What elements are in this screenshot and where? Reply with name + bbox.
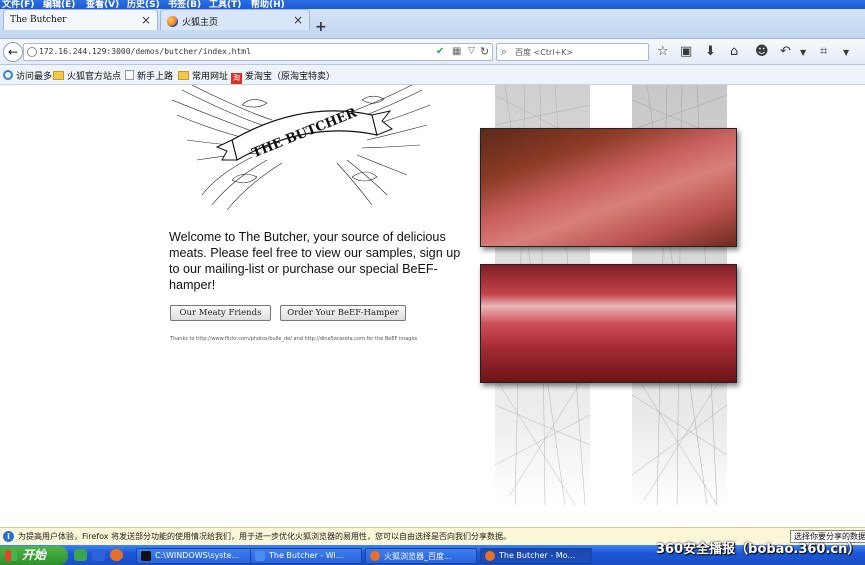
meaty-friends-button[interactable]: Our Meaty Friends [170, 305, 271, 321]
start-label: 开始 [22, 548, 47, 562]
butcher-logo: THE BUTCHER [172, 85, 431, 211]
reading-list-icon[interactable]: ▣ [680, 44, 692, 59]
tab-firefox-home[interactable]: 火狐主页 × [160, 9, 310, 30]
bookmark-common-sites[interactable]: 常用网址 [178, 69, 228, 82]
search-placeholder: 百度 <Ctrl+K> [515, 48, 574, 57]
taobao-icon: 淘 [231, 73, 242, 84]
beef-photo-raw [480, 264, 737, 383]
search-input[interactable]: ⌕ 百度 <Ctrl+K> [496, 43, 649, 61]
ie-icon [255, 551, 265, 561]
bookmark-label: 爱淘宝（原淘宝特卖） [245, 72, 336, 82]
bookmark-firefox-official[interactable]: 火狐官方站点 [53, 69, 121, 82]
bookmark-ai-taobao[interactable]: 淘爱淘宝（原淘宝特卖） [231, 69, 335, 84]
start-button[interactable]: 开始 [0, 546, 68, 565]
chat-icon[interactable]: ☻ [755, 44, 769, 59]
bookmark-label: 新手上路 [137, 72, 174, 82]
gear-icon [3, 70, 13, 80]
shield-icon[interactable]: ✔ [436, 46, 444, 57]
tab-label: 火狐主页 [182, 18, 219, 28]
windows-flag-icon [5, 550, 17, 561]
watermark-text: 360安全播报（bobao.360.cn） [656, 542, 861, 557]
folder-icon [178, 71, 189, 80]
chevron-down-icon[interactable]: ▽ [468, 46, 475, 56]
bookmark-getting-started[interactable]: 新手上路 [125, 69, 173, 82]
page-icon [125, 70, 134, 80]
taskbar-item-label: 火狐浏览器_百度... [384, 552, 452, 561]
taskbar-item-firefox-baidu[interactable]: 火狐浏览器_百度... [365, 548, 477, 564]
order-hamper-button[interactable]: Order Your BeEF-Hamper [280, 305, 406, 321]
bookmark-star-icon[interactable]: ☆ [657, 44, 669, 59]
chevron-down-icon[interactable]: ▼ [800, 48, 806, 57]
firefox-icon[interactable] [110, 549, 123, 561]
folder-icon [53, 71, 64, 80]
close-icon[interactable]: × [293, 13, 303, 27]
notification-text: 为提高用户体验，Firefox 将发送部分功能的使用情况给我们，用于进一步优化火… [18, 532, 512, 541]
firefox-icon [167, 16, 178, 27]
terminal-icon [141, 551, 151, 561]
taskbar-item-cmd[interactable]: C:\WINDOWS\syste... [136, 548, 260, 564]
show-desktop-icon[interactable] [74, 549, 87, 561]
search-icon: ⌕ [501, 45, 508, 58]
undo-icon[interactable]: ↶ [780, 44, 791, 59]
qr-code-icon[interactable]: ▦ [452, 46, 461, 57]
taskbar-item-label: C:\WINDOWS\syste... [155, 551, 240, 560]
menu-bar: 文件(F) 编辑(E) 查看(V) 历史(S) 书签(B) 工具(T) 帮助(H… [0, 0, 865, 10]
bookmark-label: 访问最多 [16, 72, 53, 82]
info-icon: i [3, 531, 14, 542]
image-credits: Thanks to http://www.flickr.com/photos/b… [170, 336, 418, 342]
bookmark-most-visited[interactable]: 访问最多 [3, 69, 52, 82]
firefox-icon [370, 551, 380, 561]
crop-icon[interactable]: ⌗ [820, 44, 827, 59]
url-text: 172.16.244.129:3000/demos/butcher/index.… [39, 47, 251, 56]
chevron-down-icon[interactable]: ▼ [843, 48, 849, 57]
bookmark-label: 火狐官方站点 [67, 72, 122, 82]
close-icon[interactable]: × [141, 13, 151, 27]
bookmark-label: 常用网址 [192, 72, 229, 82]
beef-photo-roast [480, 128, 737, 247]
firefox-icon [485, 551, 495, 561]
taskbar-item-label: The Butcher - Mo... [499, 551, 576, 560]
taskbar-item-label: The Butcher - Wi... [269, 551, 344, 560]
taskbar-item-butcher-ie[interactable]: The Butcher - Wi... [250, 548, 362, 564]
tab-label: The Butcher [10, 15, 67, 25]
new-tab-button[interactable]: + [315, 19, 327, 35]
download-icon[interactable]: ⬇ [705, 44, 716, 59]
globe-icon [27, 47, 37, 57]
taskbar-item-butcher-firefox[interactable]: The Butcher - Mo... [480, 548, 592, 564]
home-icon[interactable]: ⌂ [730, 44, 738, 59]
tab-the-butcher[interactable]: The Butcher × [3, 9, 158, 30]
url-bar[interactable]: 172.16.244.129:3000/demos/butcher/index.… [23, 43, 493, 61]
welcome-text: Welcome to The Butcher, your source of d… [169, 230, 461, 292]
reload-icon[interactable]: ↻ [480, 45, 489, 58]
back-button[interactable]: ← [3, 42, 23, 62]
ie-icon[interactable] [92, 549, 105, 561]
